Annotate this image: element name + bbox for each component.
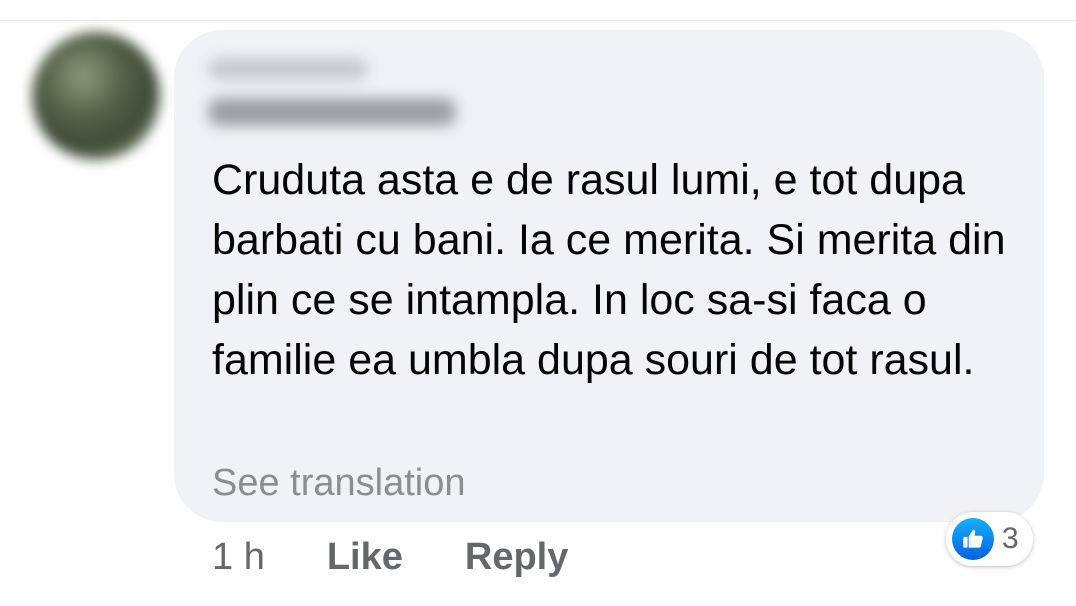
- comment-actions: 1 h Like Reply: [212, 532, 568, 582]
- reaction-summary[interactable]: 3: [946, 512, 1033, 566]
- see-translation-link[interactable]: See translation: [212, 460, 466, 506]
- comment-text: Cruduta asta e de rasul lumi, e tot dupa…: [212, 156, 1006, 384]
- reaction-count: 3: [1002, 522, 1019, 555]
- comment-screen: Cruduta asta e de rasul lumi, e tot dupa…: [0, 0, 1076, 606]
- thumbs-up-glyph: [963, 529, 983, 548]
- avatar[interactable]: [32, 32, 160, 160]
- top-divider: [0, 20, 1076, 21]
- like-button[interactable]: Like: [327, 536, 403, 579]
- reply-button[interactable]: Reply: [465, 536, 568, 579]
- author-badge-blurred: [208, 58, 368, 80]
- thumbs-up-icon: [952, 518, 994, 560]
- comment-timestamp[interactable]: 1 h: [212, 536, 265, 579]
- author-name-text-blurred: [208, 98, 456, 126]
- author-name-blurred[interactable]: [206, 50, 466, 140]
